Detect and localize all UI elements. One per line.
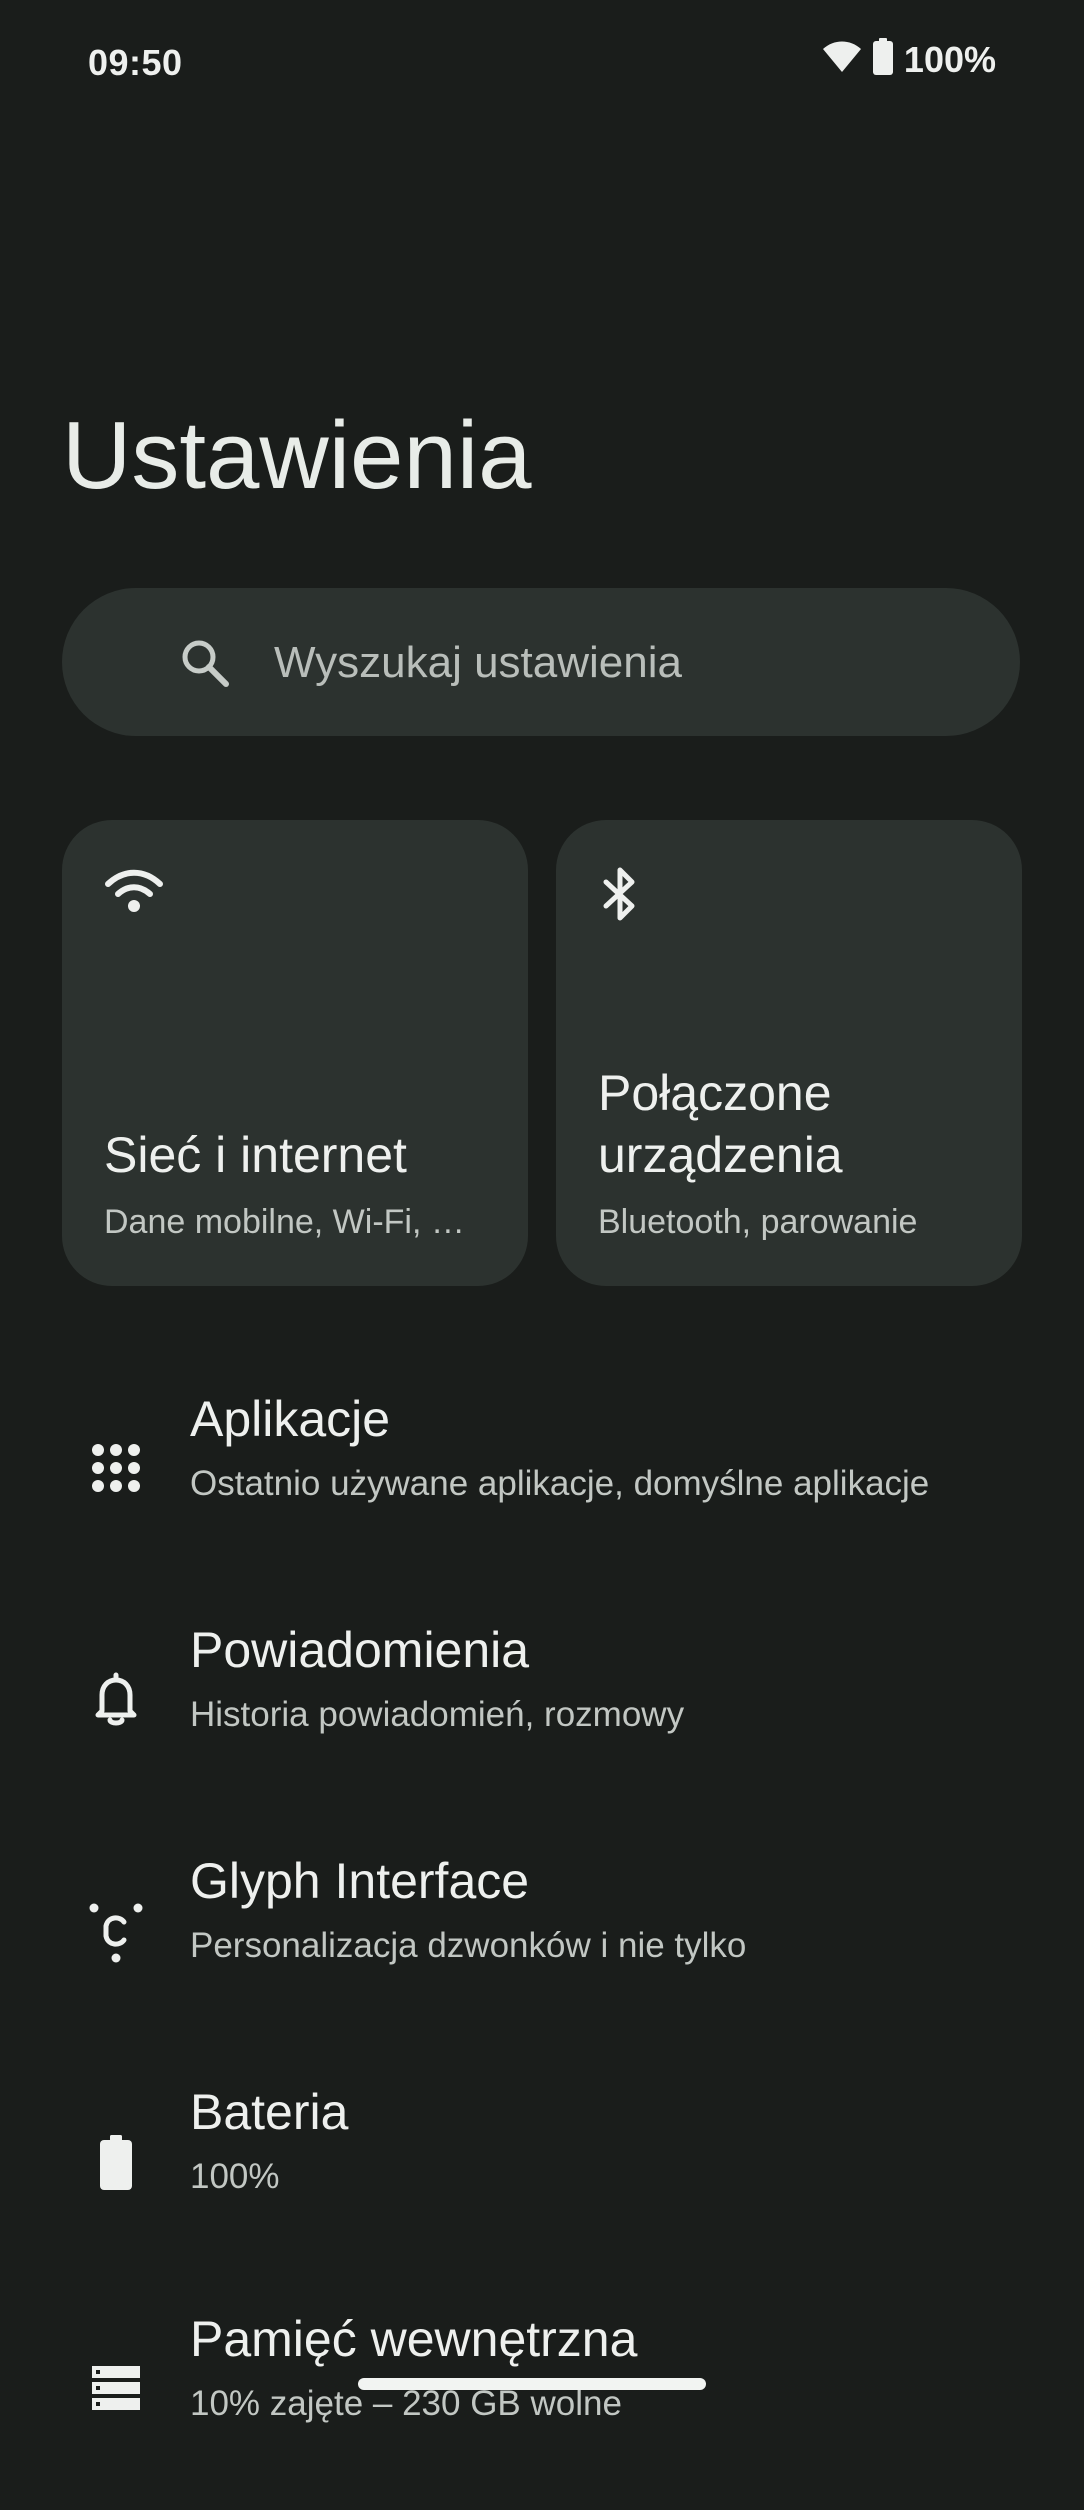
list-item-title: Glyph Interface <box>190 1853 530 1909</box>
wifi-icon <box>104 866 164 921</box>
list-item-subtitle: 100% <box>190 2157 280 2196</box>
list-item-title: Aplikacje <box>190 1391 391 1447</box>
list-item-battery[interactable]: Bateria 100% <box>0 2083 1084 2283</box>
tile-title: Sieć i internet <box>104 1127 407 1183</box>
glyph-icon <box>88 1902 144 1963</box>
gesture-nav-handle[interactable] <box>358 2378 706 2390</box>
search-input[interactable] <box>272 628 976 698</box>
list-item-title: Pamięć wewnętrzna <box>190 2311 638 2367</box>
tile-network-internet[interactable]: Sieć i internet Dane mobilne, Wi-Fi, … <box>62 820 528 1286</box>
bluetooth-icon <box>598 866 642 927</box>
list-item-title: Powiadomienia <box>190 1622 530 1678</box>
list-item-storage[interactable]: Pamięć wewnętrzna 10% zajęte – 230 GB wo… <box>0 2310 1084 2510</box>
battery-icon <box>88 2133 144 2190</box>
search-icon <box>180 638 230 693</box>
list-item-subtitle: 10% zajęte – 230 GB wolne <box>190 2384 622 2423</box>
list-item-title: Bateria <box>190 2084 349 2140</box>
status-bar: 09:50 100% <box>0 0 1084 130</box>
status-indicators: 100% <box>822 38 996 81</box>
list-item-subtitle: Personalizacja dzwonków i nie tylko <box>190 1926 747 1965</box>
list-item-notifications[interactable]: Powiadomienia Historia powiadomień, rozm… <box>0 1621 1084 1821</box>
tile-subtitle: Bluetooth, parowanie <box>598 1203 918 1241</box>
apps-grid-icon <box>88 1440 144 1496</box>
list-item-subtitle: Historia powiadomień, rozmowy <box>190 1695 685 1734</box>
tile-connected-devices[interactable]: Połączone urządzenia Bluetooth, parowani… <box>556 820 1022 1286</box>
list-item-subtitle: Ostatnio używane aplikacje, domyślne apl… <box>190 1464 930 1503</box>
list-item-apps[interactable]: Aplikacje Ostatnio używane aplikacje, do… <box>0 1390 1084 1590</box>
storage-icon <box>88 2360 144 2416</box>
battery-percent: 100% <box>903 38 996 80</box>
bell-icon <box>88 1671 144 1727</box>
page-title: Ustawienia <box>62 402 532 509</box>
list-item-glyph-interface[interactable]: Glyph Interface Personalizacja dzwonków … <box>0 1852 1084 2052</box>
tile-title: Połączone urządzenia <box>598 1065 843 1183</box>
search-bar[interactable] <box>62 588 1020 736</box>
battery-icon <box>872 38 894 81</box>
wifi-icon <box>822 40 862 79</box>
status-time: 09:50 <box>88 42 183 83</box>
tile-subtitle: Dane mobilne, Wi-Fi, … <box>104 1203 465 1241</box>
